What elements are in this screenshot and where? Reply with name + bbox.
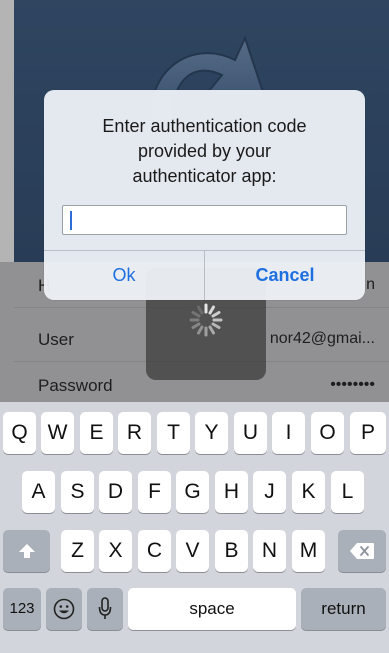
key-s[interactable]: S bbox=[61, 471, 94, 513]
key-r[interactable]: R bbox=[118, 412, 151, 454]
shift-icon bbox=[18, 544, 35, 558]
key-u[interactable]: U bbox=[234, 412, 267, 454]
shift-key[interactable] bbox=[3, 530, 50, 572]
key-m[interactable]: M bbox=[292, 530, 325, 572]
keyboard: Q W E R T Y U I O P A S D F G H J K L Z … bbox=[0, 402, 389, 653]
key-e[interactable]: E bbox=[80, 412, 113, 454]
key-q[interactable]: Q bbox=[3, 412, 36, 454]
key-l[interactable]: L bbox=[331, 471, 364, 513]
text-caret bbox=[70, 211, 72, 230]
return-key[interactable]: return bbox=[301, 588, 386, 630]
key-z[interactable]: Z bbox=[61, 530, 94, 572]
key-n[interactable]: N bbox=[253, 530, 286, 572]
cancel-button[interactable]: Cancel bbox=[205, 251, 365, 300]
key-d[interactable]: D bbox=[99, 471, 132, 513]
key-i[interactable]: I bbox=[272, 412, 305, 454]
key-y[interactable]: Y bbox=[195, 412, 228, 454]
key-a[interactable]: A bbox=[22, 471, 55, 513]
key-j[interactable]: J bbox=[253, 471, 286, 513]
key-p[interactable]: P bbox=[350, 412, 386, 454]
spinner-icon bbox=[189, 303, 223, 337]
alert-title-line: provided by your bbox=[137, 141, 272, 161]
app-screen: H n User nor42@gmai... Password •••••••• bbox=[0, 0, 389, 653]
key-k[interactable]: K bbox=[292, 471, 325, 513]
alert-title-line: Enter authentication code bbox=[102, 116, 307, 136]
emoji-icon bbox=[53, 598, 75, 620]
key-h[interactable]: H bbox=[215, 471, 248, 513]
key-w[interactable]: W bbox=[41, 412, 74, 454]
ok-button[interactable]: Ok bbox=[44, 251, 204, 300]
alert-title: Enter authentication code provided by yo… bbox=[66, 114, 343, 189]
microphone-icon bbox=[98, 597, 112, 619]
key-o[interactable]: O bbox=[311, 412, 344, 454]
delete-key[interactable] bbox=[338, 530, 386, 572]
key-t[interactable]: T bbox=[157, 412, 190, 454]
delete-icon bbox=[350, 543, 374, 559]
key-x[interactable]: X bbox=[99, 530, 132, 572]
key-b[interactable]: B bbox=[215, 530, 248, 572]
key-v[interactable]: V bbox=[176, 530, 209, 572]
emoji-key[interactable] bbox=[46, 588, 82, 630]
key-c[interactable]: C bbox=[138, 530, 171, 572]
key-f[interactable]: F bbox=[138, 471, 171, 513]
numbers-key[interactable]: 123 bbox=[3, 588, 41, 630]
auth-code-input[interactable] bbox=[62, 205, 347, 235]
authentication-alert: Enter authentication code provided by yo… bbox=[44, 90, 365, 300]
dictation-key[interactable] bbox=[87, 588, 123, 630]
alert-title-line: authenticator app: bbox=[132, 166, 277, 186]
key-g[interactable]: G bbox=[176, 471, 209, 513]
space-key[interactable]: space bbox=[128, 588, 296, 630]
